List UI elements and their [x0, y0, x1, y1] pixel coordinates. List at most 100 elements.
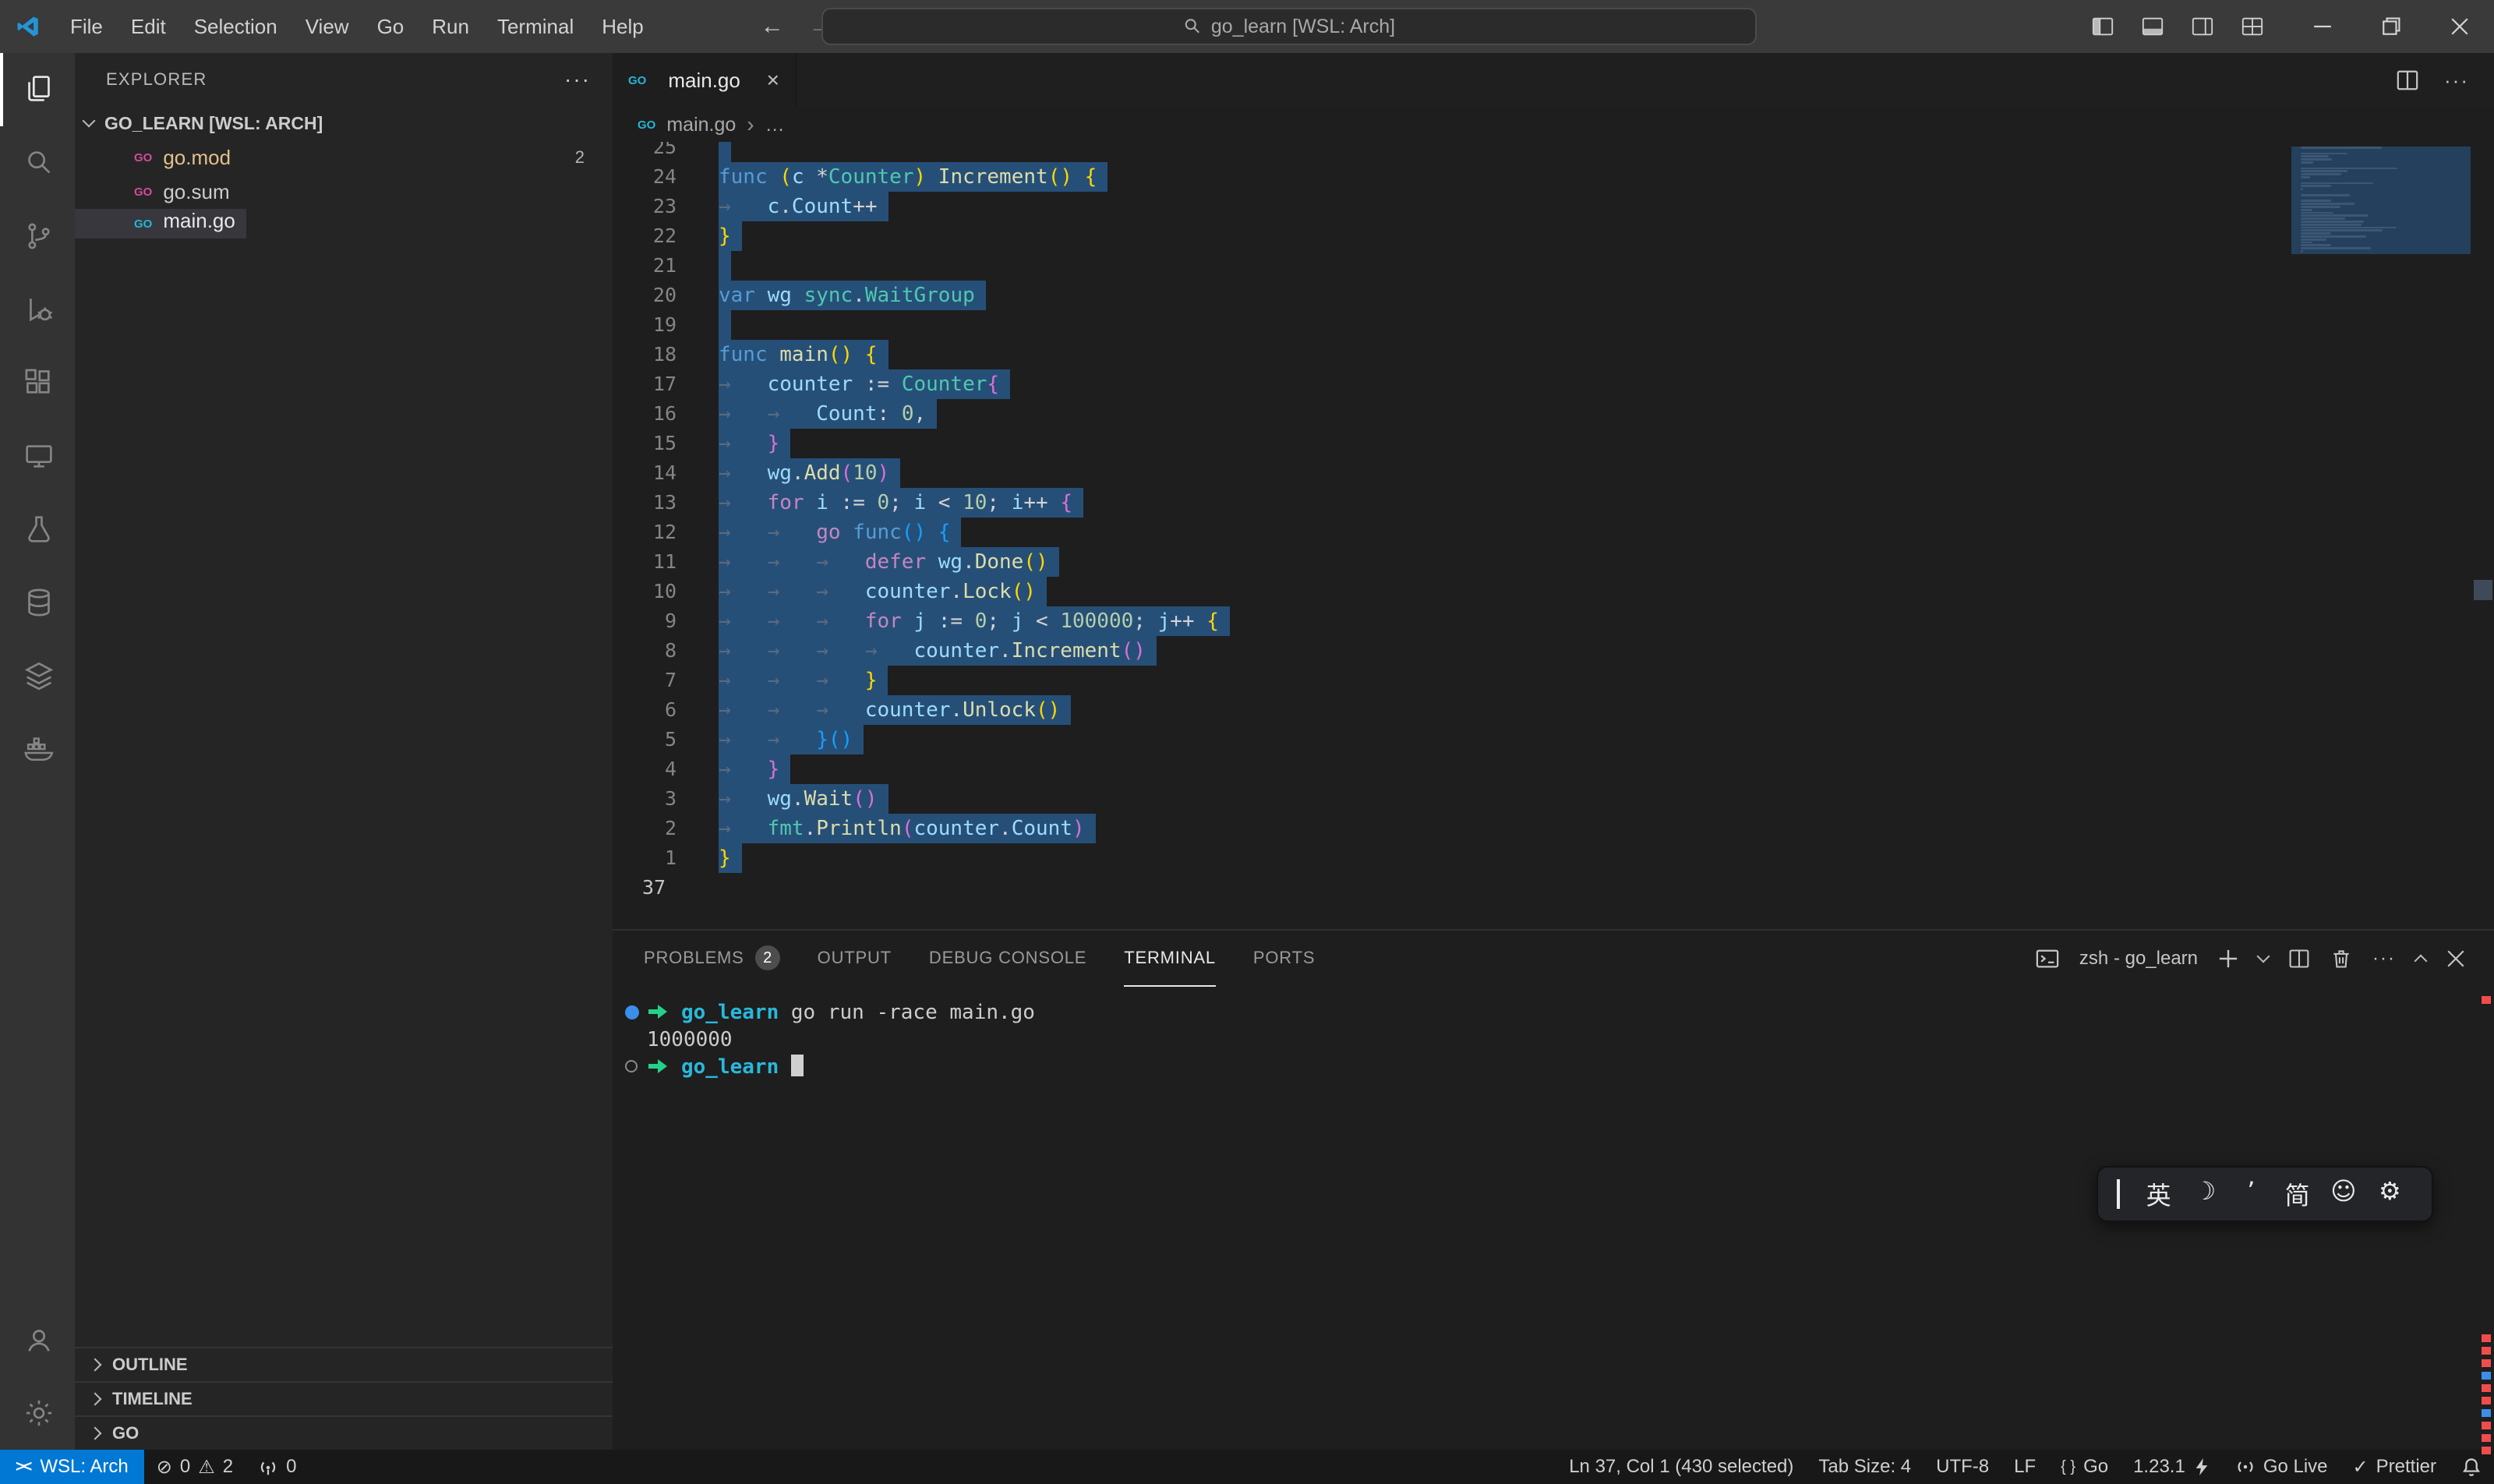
remote-explorer-icon[interactable] [0, 419, 75, 493]
line-number[interactable]: 1 [613, 843, 676, 873]
customize-layout-icon[interactable] [2232, 0, 2273, 53]
toggle-secondary-sidebar-icon[interactable] [2182, 0, 2223, 53]
remote-indicator[interactable]: >< WSL: Arch [0, 1450, 144, 1484]
project-root-row[interactable]: GO_LEARN [WSL: ARCH] [75, 106, 613, 140]
kill-terminal-icon[interactable] [2330, 948, 2352, 970]
code-line[interactable]: 19 [613, 310, 2494, 340]
menu-view[interactable]: View [291, 0, 363, 53]
line-number[interactable]: 16 [613, 399, 676, 429]
line-number[interactable]: 15 [613, 429, 676, 458]
code-line[interactable]: 21 [613, 251, 2494, 281]
testing-icon[interactable] [0, 493, 75, 566]
code-line[interactable]: 6→→→counter.Unlock() [613, 695, 2494, 725]
extensions-icon[interactable] [0, 346, 75, 419]
line-number[interactable]: 14 [613, 458, 676, 488]
breadcrumb-file[interactable]: main.go [666, 114, 736, 136]
code-line[interactable]: 15→} [613, 429, 2494, 458]
line-number[interactable]: 8 [613, 636, 676, 666]
panel-tab-debug-console[interactable]: DEBUG CONSOLE [929, 931, 1086, 987]
line-number[interactable]: 7 [613, 666, 676, 695]
line-number[interactable]: 6 [613, 695, 676, 725]
line-number[interactable]: 11 [613, 547, 676, 577]
section-timeline[interactable]: TIMELINE [75, 1381, 613, 1415]
code-line[interactable]: 9→→→for j := 0; j < 100000; j++ { [613, 606, 2494, 636]
explorer-more-icon[interactable]: ··· [564, 67, 591, 92]
code-line[interactable]: 11→→→defer wg.Done() [613, 547, 2494, 577]
menu-run[interactable]: Run [418, 0, 483, 53]
minimap[interactable] [2291, 142, 2471, 267]
line-number[interactable]: 19 [613, 310, 676, 340]
code-line[interactable]: 8→→→→counter.Increment() [613, 636, 2494, 666]
explorer-icon[interactable] [0, 53, 75, 126]
line-number[interactable]: 21 [613, 251, 676, 281]
accounts-icon[interactable] [0, 1303, 75, 1376]
minimize-button[interactable] [2288, 0, 2357, 53]
code-line[interactable]: 16→→Count: 0, [613, 399, 2494, 429]
code-line[interactable]: 1} [613, 843, 2494, 873]
line-number[interactable]: 12 [613, 518, 676, 547]
code-line[interactable]: 14→wg.Add(10) [613, 458, 2494, 488]
split-terminal-icon[interactable] [2288, 948, 2310, 970]
menu-edit[interactable]: Edit [117, 0, 180, 53]
code-line[interactable]: 25 [613, 142, 2494, 162]
problems-status[interactable]: ⊘ 0 ⚠ 2 [144, 1450, 246, 1484]
command-decoration-icon[interactable] [625, 1005, 639, 1019]
line-number[interactable]: 23 [613, 192, 676, 221]
code-line[interactable]: 12→→go func() { [613, 518, 2494, 547]
menu-go[interactable]: Go [363, 0, 419, 53]
tab-main-go[interactable]: GO main.go × [613, 53, 797, 108]
line-number[interactable]: 3 [613, 784, 676, 814]
breadcrumb[interactable]: GO main.go › … [613, 108, 2494, 142]
ime-simplified-icon[interactable]: 简 [2274, 1176, 2320, 1212]
close-panel-icon[interactable] [2446, 949, 2466, 969]
section-outline[interactable]: OUTLINE [75, 1347, 613, 1381]
code-line[interactable]: 4→} [613, 754, 2494, 784]
code-line[interactable]: 7→→→} [613, 666, 2494, 695]
toggle-panel-icon[interactable] [2132, 0, 2173, 53]
breadcrumb-symbol[interactable]: … [765, 114, 785, 136]
database-icon[interactable] [0, 566, 75, 639]
new-terminal-icon[interactable] [2218, 949, 2238, 969]
line-number[interactable]: 18 [613, 340, 676, 369]
maximize-panel-icon[interactable] [2415, 955, 2428, 968]
code-line[interactable]: 22} [613, 221, 2494, 251]
tab-close-icon[interactable]: × [767, 68, 779, 93]
command-center[interactable]: go_learn [WSL: Arch] [821, 8, 1757, 45]
notifications[interactable] [2449, 1450, 2494, 1484]
menu-selection[interactable]: Selection [180, 0, 291, 53]
terminal-profile-label[interactable]: zsh - go_learn [2079, 948, 2198, 970]
file-item-go.sum[interactable]: GOgo.sum [75, 175, 613, 209]
line-number[interactable]: 10 [613, 577, 676, 606]
search-icon[interactable] [0, 126, 75, 200]
go-live[interactable]: Go Live [2223, 1450, 2340, 1484]
eol-sequence[interactable]: LF [2001, 1450, 2048, 1484]
cursor-position[interactable]: Ln 37, Col 1 (430 selected) [1556, 1450, 1806, 1484]
code-line[interactable]: 37 [613, 873, 2494, 903]
editor-more-icon[interactable]: ··· [2444, 69, 2469, 93]
back-icon[interactable]: ← [761, 13, 784, 40]
panel-more-icon[interactable]: ··· [2372, 948, 2396, 970]
code-line[interactable]: 18func main() { [613, 340, 2494, 369]
restore-button[interactable] [2357, 0, 2425, 53]
section-go[interactable]: GO [75, 1415, 613, 1450]
line-number[interactable]: 9 [613, 606, 676, 636]
code-line[interactable]: 20var wg sync.WaitGroup [613, 281, 2494, 310]
line-number[interactable]: 13 [613, 488, 676, 518]
code-line[interactable]: 2→fmt.Println(counter.Count) [613, 814, 2494, 843]
line-number[interactable]: 22 [613, 221, 676, 251]
split-editor-icon[interactable] [2396, 69, 2419, 92]
code-line[interactable]: 10→→→counter.Lock() [613, 577, 2494, 606]
settings-gear-icon[interactable] [0, 1376, 75, 1450]
ime-moon-icon[interactable]: ☽ [2181, 1176, 2227, 1212]
code-line[interactable]: 5→→}() [613, 725, 2494, 754]
encoding[interactable]: UTF-8 [1923, 1450, 2001, 1484]
line-number[interactable]: 24 [613, 162, 676, 192]
code-line[interactable]: 23→c.Count++ [613, 192, 2494, 221]
ime-punctuation-icon[interactable]: ’ [2228, 1176, 2274, 1212]
file-item-main.go[interactable]: GOmain.go [75, 209, 246, 238]
code-line[interactable]: 17→counter := Counter{ [613, 369, 2494, 399]
language-mode[interactable]: { } Go [2048, 1450, 2121, 1484]
line-number[interactable]: 5 [613, 725, 676, 754]
file-item-go.mod[interactable]: GOgo.mod2 [75, 140, 613, 175]
line-number[interactable]: 37 [613, 873, 676, 903]
